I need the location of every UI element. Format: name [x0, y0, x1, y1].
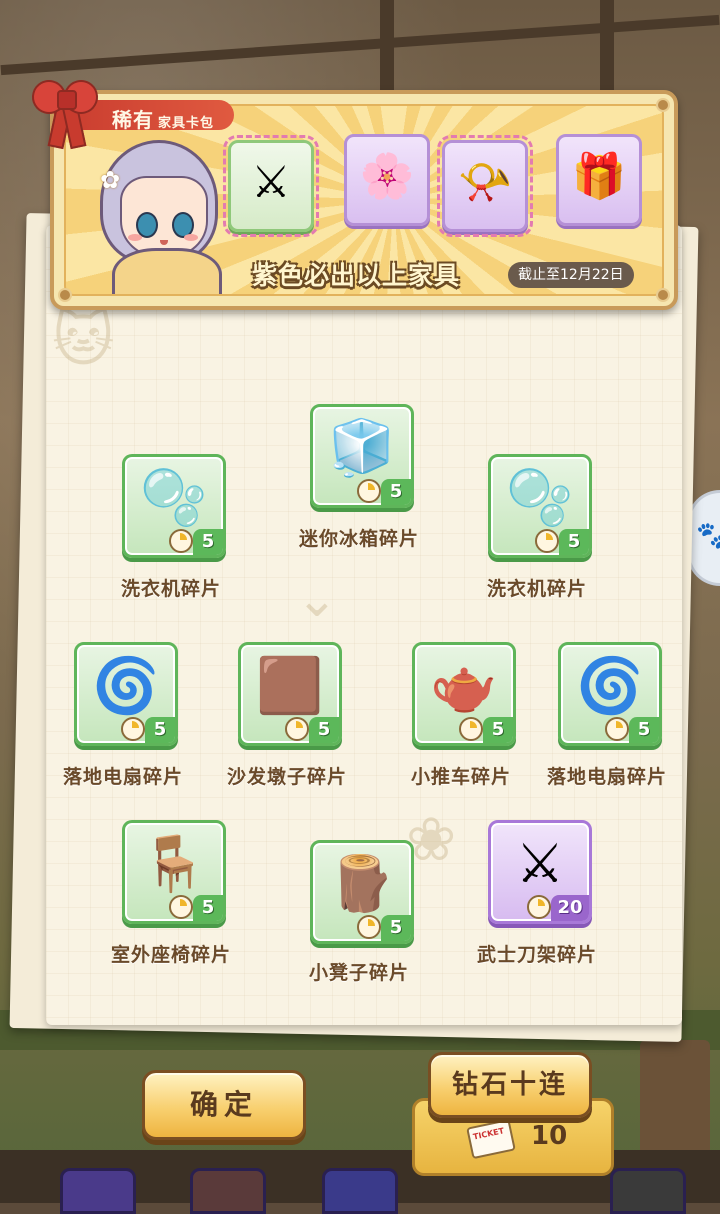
reward-card[interactable]: 🪑 5 [122, 820, 226, 924]
banner-title-sub: 家具卡包 [158, 116, 215, 131]
character-portrait: ✿ [86, 136, 236, 294]
reward-card[interactable]: 🫖 5 [412, 642, 516, 746]
banner-title-main: 稀有 [112, 108, 154, 132]
reward-card[interactable]: 🫧 5 [122, 454, 226, 558]
floor-fan-icon: 🌀 [92, 654, 160, 717]
reward-label: 洗衣机碎片 [120, 578, 221, 600]
reward-label: 小凳子碎片 [308, 962, 409, 984]
rivet [656, 288, 670, 302]
featured-item[interactable]: 🌸 [344, 134, 430, 226]
washing-machine-icon: 🫧 [506, 466, 574, 529]
reward-card[interactable]: 🌀 5 [74, 642, 178, 746]
reward-count: 5 [193, 895, 223, 921]
diamond-ten-pull-button[interactable]: 钻石十连 [428, 1052, 592, 1118]
hair-flower-icon: ✿ [100, 166, 121, 194]
background-crate [640, 1040, 710, 1160]
rivet [656, 98, 670, 112]
reward-count: 5 [145, 717, 175, 743]
reward-label: 落地电扇碎片 [546, 766, 667, 788]
floor-fan-icon: 🌀 [576, 654, 644, 717]
reward-label: 室外座椅碎片 [110, 944, 231, 966]
reward-count: 20 [551, 895, 589, 921]
reward-label: 洗衣机碎片 [486, 578, 587, 600]
reward-card[interactable]: 🟫 5 [238, 642, 342, 746]
reward-label: 武士刀架碎片 [476, 944, 597, 966]
reward-card[interactable]: ⚔ 20 [488, 820, 592, 924]
ten-pull-cost: 10 [531, 1121, 568, 1151]
bottom-dock [0, 1160, 720, 1214]
reward-count: 5 [559, 529, 589, 555]
fragment-icon [357, 915, 381, 939]
cat-doodle-icon: 🐱 [52, 305, 115, 375]
arrow-doodle-icon: ⌄ [296, 570, 338, 628]
ottoman-icon: 🟫 [256, 654, 324, 717]
guarantee-text: 紫色必出以上家具 [252, 261, 461, 290]
fragment-icon [535, 529, 559, 553]
reward-card[interactable]: 🌀 5 [558, 642, 662, 746]
katana-rack-icon: ⚔ [515, 832, 565, 895]
fragment-icon [169, 895, 193, 919]
ticket-label: TICKET [472, 1126, 505, 1142]
ticket-icon: TICKET [466, 1118, 516, 1160]
reward-count: 5 [381, 915, 411, 941]
katana-rack-icon: ⚔ [251, 157, 291, 208]
fragment-icon [357, 479, 381, 503]
confirm-button[interactable]: 确定 [142, 1070, 306, 1140]
background-post [600, 0, 614, 90]
featured-item[interactable]: 📯 [437, 135, 533, 237]
flower-statue-icon: 🌸 [359, 151, 415, 202]
reward-label: 沙发墩子碎片 [226, 766, 347, 788]
card-pack-banner: ✿ ⚔ 🌸 📯 🎁 紫色必出以上家具 截止至12月22日 稀有 家具卡包 [50, 90, 678, 310]
featured-item[interactable]: 🎁 [556, 134, 642, 226]
reward-card[interactable]: 🧊 5 [310, 404, 414, 508]
reward-card[interactable]: 🪵 5 [310, 840, 414, 944]
reward-count: 5 [193, 529, 223, 555]
dock-building-icon[interactable] [190, 1168, 266, 1214]
rivet [58, 288, 72, 302]
fragment-icon [285, 717, 309, 741]
trolley-icon: 🫖 [430, 654, 498, 717]
dock-building-icon[interactable] [610, 1168, 686, 1214]
gramophone-icon: 📯 [457, 157, 513, 208]
banner-title: 稀有 家具卡包 [112, 104, 214, 133]
fragment-icon [605, 717, 629, 741]
reward-count: 5 [309, 717, 339, 743]
wicker-chair-icon: 🪑 [140, 832, 208, 895]
stool-icon: 🪵 [328, 852, 396, 915]
reward-label: 迷你冰箱碎片 [298, 528, 419, 550]
reward-count: 5 [629, 717, 659, 743]
fragment-icon [459, 717, 483, 741]
reward-count: 5 [381, 479, 411, 505]
paw-icon: 🐾 [696, 521, 720, 551]
dock-building-icon[interactable] [60, 1168, 136, 1214]
ribbon-bow-icon [25, 73, 105, 150]
reward-label: 落地电扇碎片 [62, 766, 183, 788]
washing-machine-icon: 🫧 [140, 466, 208, 529]
featured-item[interactable]: ⚔ [223, 135, 319, 237]
deadline-badge: 截止至12月22日 [508, 262, 634, 288]
dock-building-icon[interactable] [322, 1168, 398, 1214]
fragment-icon [169, 529, 193, 553]
reward-card[interactable]: 🫧 5 [488, 454, 592, 558]
reward-count: 5 [483, 717, 513, 743]
mini-fridge-icon: 🧊 [328, 416, 396, 479]
jack-in-box-icon: 🎁 [571, 151, 627, 202]
fragment-icon [121, 717, 145, 741]
fragment-icon [527, 895, 551, 919]
